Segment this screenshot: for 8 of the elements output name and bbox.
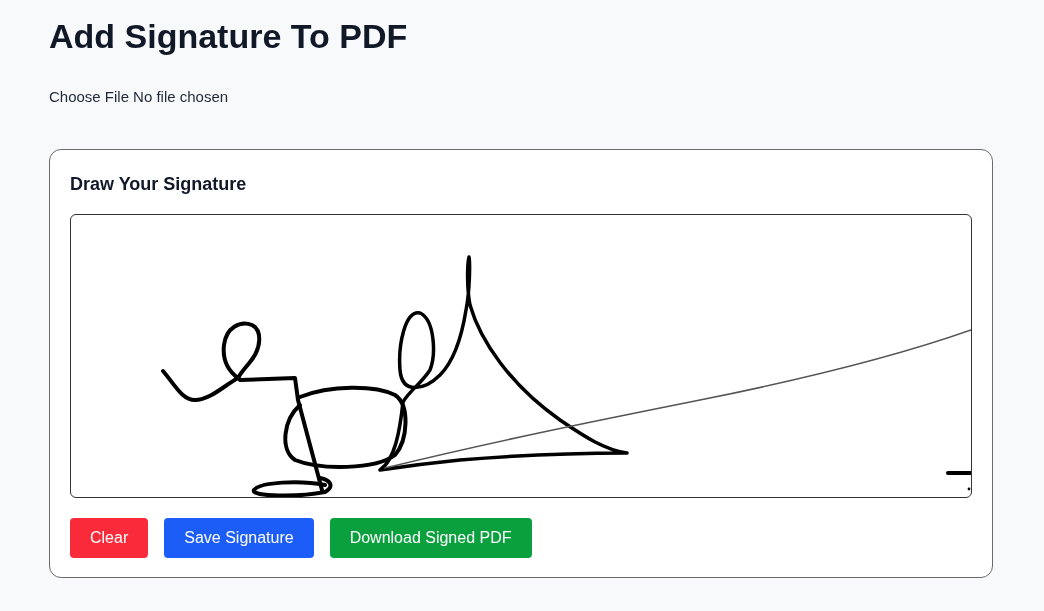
signature-pad[interactable]	[70, 214, 972, 498]
page-title: Add Signature To PDF	[49, 16, 408, 56]
download-button[interactable]: Download Signed PDF	[329, 518, 532, 558]
choose-file-button[interactable]: Choose File	[49, 87, 130, 107]
file-status-text: No file chosen	[133, 87, 229, 107]
clear-button[interactable]: Clear	[70, 518, 149, 558]
save-button[interactable]: Save Signature	[164, 518, 314, 558]
card-title: Draw Your Signature	[70, 173, 247, 195]
